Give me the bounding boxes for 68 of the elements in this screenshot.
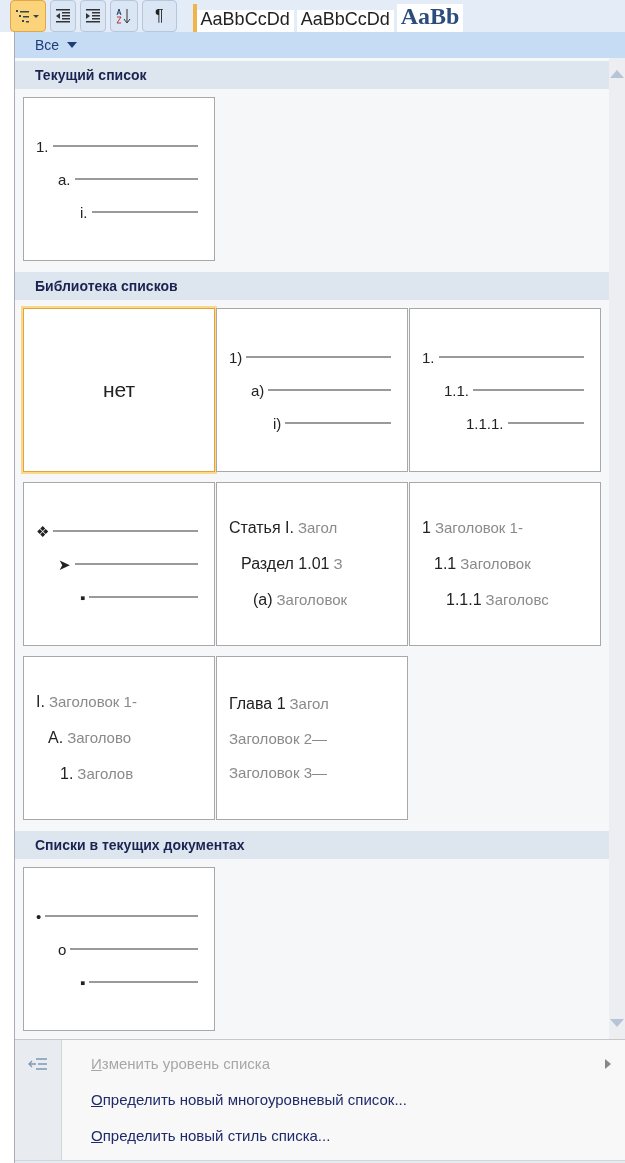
list-marker: A. — [48, 728, 64, 748]
heading-label: Загол — [289, 693, 329, 714]
decrease-indent-icon — [55, 9, 71, 23]
filter-dropdown[interactable]: Все — [35, 34, 78, 56]
list-marker: i. — [80, 204, 88, 220]
heading-label: Заголовок — [276, 590, 348, 610]
section-header: Текущий список — [15, 61, 609, 89]
list-marker: 1.1.1. — [466, 415, 504, 431]
heading-label: З — [333, 554, 343, 574]
toolbar-button[interactable] — [10, 0, 46, 32]
toolbar-button[interactable] — [80, 0, 106, 32]
list-style-tile[interactable]: 1.1.1. 1.1.1. — [409, 308, 601, 472]
submenu-arrow-icon — [605, 1059, 611, 1069]
heading-label: Заголовок — [460, 554, 531, 574]
heading-label: Заголовс — [485, 590, 549, 610]
list-style-tile[interactable]: 1. a. i. — [23, 97, 215, 261]
list-marker: a) — [251, 382, 265, 398]
heading-label: Загол — [297, 518, 338, 538]
list-marker: 1. — [36, 138, 49, 154]
increase-indent-icon — [85, 9, 101, 23]
style-preview[interactable]: AaBb — [396, 4, 464, 32]
list-marker: Раздел 1.01 — [241, 554, 330, 574]
list-style-tile[interactable]: Статья I. Загол Раздел 1.01 З (a) Заголовок — [216, 482, 408, 646]
list-style-tile[interactable]: ❖ ➤ ▪ — [23, 482, 215, 646]
list-marker: (a) — [253, 590, 273, 610]
section-header: Списки в текущих документах — [15, 831, 609, 859]
list-marker: o — [58, 941, 67, 957]
list-marker: 1) — [229, 349, 243, 365]
dropdown-arrow-icon — [67, 42, 78, 48]
list-style-tile[interactable]: 1) a) i) — [216, 308, 408, 472]
list-marker: a. — [58, 171, 71, 187]
list-marker: 1.1. — [444, 382, 470, 398]
list-marker: i) — [273, 415, 282, 431]
heading-label: Заголовок 3— — [229, 763, 328, 783]
menu-item[interactable]: Определить новый многоуровневый список... — [15, 1082, 625, 1118]
heading-label: Заголовок 1- — [48, 692, 137, 712]
list-marker: 1. — [60, 764, 74, 784]
list-marker: Глава 1 — [229, 693, 286, 714]
section-header: Библиотека списков — [15, 272, 609, 300]
toolbar-button[interactable] — [50, 0, 76, 32]
tile-label: нет — [102, 377, 136, 404]
style-preview[interactable]: AaBbCcDd — [196, 10, 294, 32]
list-marker: 1. — [422, 349, 435, 365]
list-marker: ➤ — [58, 556, 71, 572]
list-marker: 1.1 — [434, 554, 457, 574]
list-marker: 1.1.1 — [446, 590, 482, 610]
list-marker: Статья I. — [229, 518, 294, 538]
paragraph-marks-button[interactable]: ¶ — [142, 0, 177, 32]
sort-icon — [115, 8, 133, 24]
list-marker: ▪ — [80, 589, 86, 605]
heading-label: Заголово — [67, 728, 132, 748]
style-preview[interactable]: AaBbCcDd — [296, 10, 394, 32]
change-level-icon — [28, 1057, 48, 1071]
heading-label: Заголовок 1- — [434, 518, 523, 538]
menu-item[interactable]: Определить новый стиль списка... — [15, 1118, 625, 1154]
list-style-tile[interactable]: I. Заголовок 1- A. Заголово 1. Заголов — [23, 656, 215, 820]
heading-label: Заголовок 2— — [229, 728, 328, 749]
list-marker: ▪ — [80, 974, 86, 990]
list-marker: 1 — [422, 518, 431, 538]
list-style-tile[interactable]: • o ▪ — [23, 867, 215, 1031]
list-marker: I. — [36, 692, 45, 712]
list-style-tile[interactable]: 1 Заголовок 1- 1.1 Заголовок 1.1.1 Заголовс — [409, 482, 601, 646]
list-marker: • — [36, 908, 42, 924]
list-style-tile[interactable]: Глава 1 Загол Заголовок 2— Заголовок 3— — [216, 656, 408, 820]
multilevel-list-icon — [15, 9, 41, 23]
heading-label: Заголов — [77, 764, 134, 784]
list-style-tile[interactable]: нет — [23, 308, 215, 472]
list-marker: ❖ — [36, 523, 49, 539]
